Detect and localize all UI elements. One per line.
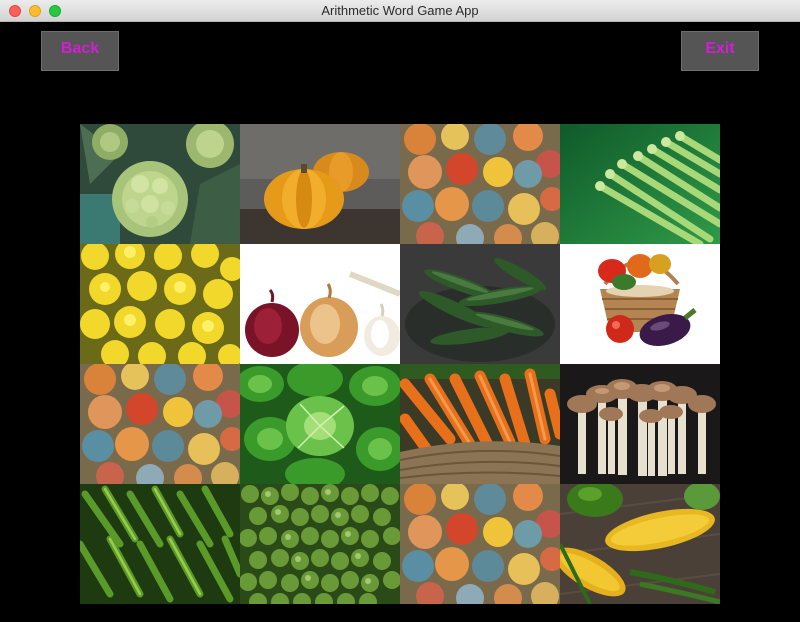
- onions-garlic-tile[interactable]: [240, 244, 400, 364]
- basket-image: [560, 244, 720, 364]
- yellow-squash-tile[interactable]: [80, 244, 240, 364]
- brussels-sprouts-tile[interactable]: [240, 484, 400, 604]
- sprouts-image: [240, 484, 400, 604]
- pumpkins-tile[interactable]: [240, 124, 400, 244]
- back-button[interactable]: Back: [41, 31, 119, 71]
- corn-tile[interactable]: [560, 484, 720, 604]
- carrots-image: [400, 364, 560, 484]
- squash-pile-tile-2[interactable]: [80, 364, 240, 484]
- romanesco-tile[interactable]: [80, 124, 240, 244]
- corn-image: [560, 484, 720, 604]
- pumpkin-image: [240, 124, 400, 244]
- asparagus-image: [560, 124, 720, 244]
- mushrooms-tile[interactable]: [560, 364, 720, 484]
- squash-pile-image: [400, 124, 560, 244]
- squash-pile-tile[interactable]: [400, 124, 560, 244]
- window-titlebar: Arithmetic Word Game App: [0, 0, 800, 22]
- green-peppers-tile[interactable]: [80, 484, 240, 604]
- window-title: Arithmetic Word Game App: [321, 3, 479, 18]
- squash-pile-image: [80, 364, 240, 484]
- yellow-squash-image: [80, 244, 240, 364]
- carrots-tile[interactable]: [400, 364, 560, 484]
- lettuce-image: [240, 364, 400, 484]
- mushrooms-image: [560, 364, 720, 484]
- asparagus-tile[interactable]: [560, 124, 720, 244]
- pea-pods-image: [400, 244, 560, 364]
- lettuce-tile[interactable]: [240, 364, 400, 484]
- onion-garlic-image: [240, 244, 400, 364]
- peppers-image: [80, 484, 240, 604]
- vegetable-grid: [80, 124, 720, 604]
- squash-pile-image: [400, 484, 560, 604]
- vegetable-basket-tile[interactable]: [560, 244, 720, 364]
- romanesco-image: [80, 124, 240, 244]
- exit-button[interactable]: Exit: [681, 31, 759, 71]
- pea-pods-tile[interactable]: [400, 244, 560, 364]
- squash-pile-tile-3[interactable]: [400, 484, 560, 604]
